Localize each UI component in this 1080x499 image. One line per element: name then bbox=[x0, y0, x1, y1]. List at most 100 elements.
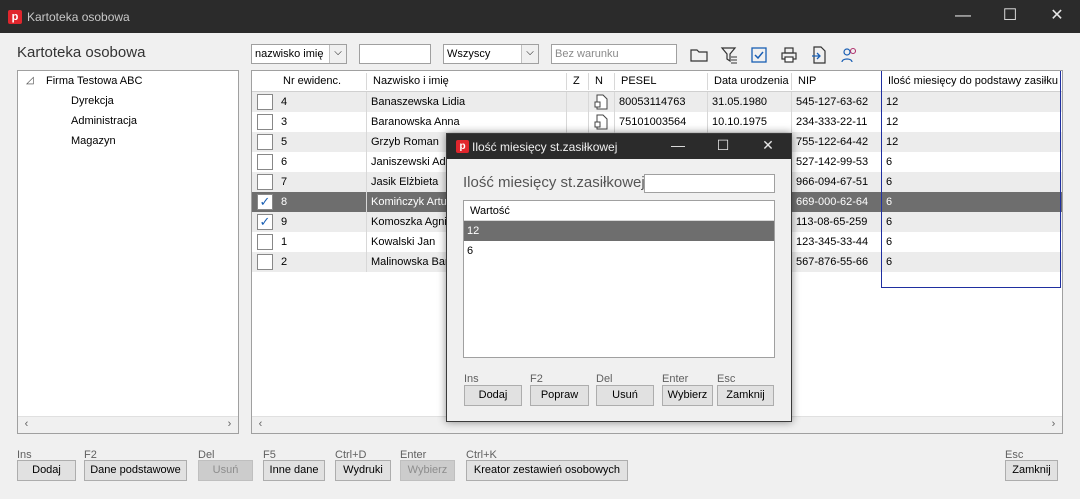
wybierz-button[interactable]: Wybierz bbox=[400, 460, 455, 481]
table-cell: Banaszewska Lidia bbox=[367, 92, 567, 112]
dialog-popraw-button[interactable]: Popraw bbox=[530, 385, 589, 406]
table-cell: 1 bbox=[277, 232, 367, 252]
window-title: Kartoteka osobowa bbox=[27, 10, 130, 24]
table-cell: 5 bbox=[277, 132, 367, 152]
table-cell: 669-000-62-64 bbox=[792, 192, 882, 212]
list-item[interactable]: 6 bbox=[464, 241, 774, 261]
table-cell: 9 bbox=[277, 212, 367, 232]
dialog-title: Ilość miesięcy st.zasiłkowej bbox=[472, 140, 618, 154]
document-icon[interactable] bbox=[594, 93, 610, 111]
zamknij-button[interactable]: Zamknij bbox=[1005, 460, 1058, 481]
table-row[interactable]: 3 Baranowska Anna 75101003564 10.10.1975 234… bbox=[252, 112, 1062, 132]
scroll-right-icon[interactable]: › bbox=[221, 417, 238, 433]
col-pesel[interactable]: PESEL bbox=[615, 73, 708, 90]
wydruki-button[interactable]: Wydruki bbox=[335, 460, 391, 481]
filter-icon[interactable] bbox=[719, 45, 739, 65]
print-icon[interactable] bbox=[779, 45, 799, 65]
document-icon[interactable] bbox=[594, 113, 610, 131]
collapse-triangle-icon[interactable]: ◿ bbox=[26, 75, 34, 86]
table-cell: 6 bbox=[886, 156, 893, 168]
dialog-close-button[interactable]: ✕ bbox=[745, 134, 791, 159]
scroll-left-icon[interactable]: ‹ bbox=[252, 417, 269, 433]
scroll-left-icon[interactable]: ‹ bbox=[18, 417, 35, 433]
row-checkbox[interactable]: ✓ bbox=[257, 214, 273, 230]
col-birth[interactable]: Data urodzenia bbox=[708, 73, 792, 90]
row-checkbox[interactable] bbox=[257, 134, 273, 150]
tree-item-administracja[interactable]: Administracja bbox=[71, 115, 137, 127]
dialog-maximize-button[interactable]: ☐ bbox=[700, 134, 746, 159]
sort-select[interactable]: nazwisko imię ⌵ bbox=[251, 44, 347, 64]
shortcut-label: Ins bbox=[464, 373, 479, 385]
row-checkbox[interactable]: ✓ bbox=[257, 194, 273, 210]
table-cell: 6 bbox=[277, 152, 367, 172]
col-z[interactable]: Z bbox=[567, 73, 589, 90]
table-cell: 2 bbox=[277, 252, 367, 272]
shortcut-label: Del bbox=[596, 373, 613, 385]
row-checkbox[interactable] bbox=[257, 234, 273, 250]
dialog-usun-button[interactable]: Usuń bbox=[596, 385, 654, 406]
months-input[interactable] bbox=[644, 174, 775, 193]
dane-podstawowe-button[interactable]: Dane podstawowe bbox=[84, 460, 187, 481]
tree-horizontal-scrollbar[interactable]: ‹ › bbox=[18, 416, 238, 433]
condition-input[interactable]: Bez warunku bbox=[551, 44, 677, 64]
app-logo-icon: p bbox=[8, 10, 22, 24]
usun-button[interactable]: Usuń bbox=[198, 460, 253, 481]
dialog-field-label: Ilość miesięcy st.zasiłkowej bbox=[463, 174, 645, 191]
col-name[interactable]: Nazwisko i imię bbox=[367, 73, 567, 90]
dialog-dodaj-button[interactable]: Dodaj bbox=[464, 385, 522, 406]
title-bar bbox=[0, 0, 1080, 33]
table-cell: 31.05.1980 bbox=[708, 92, 792, 112]
close-button[interactable]: ✕ bbox=[1034, 0, 1080, 33]
kreator-button[interactable]: Kreator zestawień osobowych bbox=[466, 460, 628, 481]
filter-select[interactable]: Wszyscy ⌵ bbox=[443, 44, 539, 64]
table-cell: 527-142-99-53 bbox=[792, 152, 882, 172]
table-row[interactable]: 4 Banaszewska Lidia 80053114763 31.05.1980 5… bbox=[252, 92, 1062, 112]
row-checkbox[interactable] bbox=[257, 154, 273, 170]
col-nr[interactable]: Nr ewidenc. bbox=[277, 73, 367, 90]
table-cell bbox=[567, 92, 589, 112]
table-cell bbox=[567, 112, 589, 132]
maximize-button[interactable]: ☐ bbox=[987, 0, 1033, 33]
dialog-wybierz-button[interactable]: Wybierz bbox=[662, 385, 713, 406]
tree-panel: ◿ Firma Testowa ABC Dyrekcja Administrac… bbox=[17, 70, 239, 434]
minimize-button[interactable]: — bbox=[940, 0, 986, 33]
col-months[interactable]: Ilość miesięcy do podstawy zasiłku bbox=[882, 73, 1062, 90]
col-nip[interactable]: NIP bbox=[792, 73, 882, 90]
app-logo-icon: p bbox=[456, 140, 469, 153]
col-n[interactable]: N bbox=[589, 73, 615, 90]
row-checkbox[interactable] bbox=[257, 94, 273, 110]
chevron-down-icon[interactable]: ⌵ bbox=[329, 45, 346, 63]
table-cell: 8 bbox=[277, 192, 367, 212]
table-cell: 80053114763 bbox=[615, 92, 708, 112]
chevron-down-icon[interactable]: ⌵ bbox=[521, 45, 538, 63]
dialog-zamknij-button[interactable]: Zamknij bbox=[717, 385, 774, 406]
table-cell: 6 bbox=[886, 256, 893, 268]
scroll-right-icon[interactable]: › bbox=[1045, 417, 1062, 433]
check-all-icon[interactable] bbox=[749, 45, 769, 65]
inne-dane-button[interactable]: Inne dane bbox=[263, 460, 325, 481]
dialog-title-bar: p Ilość miesięcy st.zasiłkowej — ☐ ✕ bbox=[447, 134, 791, 159]
table-cell: 123-345-33-44 bbox=[792, 232, 882, 252]
dialog-minimize-button[interactable]: — bbox=[655, 134, 701, 159]
tree-item-dyrekcja[interactable]: Dyrekcja bbox=[71, 95, 114, 107]
users-icon[interactable] bbox=[839, 45, 859, 65]
search-input[interactable] bbox=[359, 44, 431, 64]
values-list-header[interactable]: Wartość bbox=[464, 201, 774, 221]
dodaj-button[interactable]: Dodaj bbox=[17, 460, 76, 481]
row-checkbox[interactable] bbox=[257, 174, 273, 190]
shortcut-label: Esc bbox=[717, 373, 736, 385]
row-checkbox[interactable] bbox=[257, 254, 273, 270]
table-cell: 12 bbox=[886, 136, 899, 148]
table-cell: 966-094-67-51 bbox=[792, 172, 882, 192]
tree-item-magazyn[interactable]: Magazyn bbox=[71, 135, 116, 147]
tree-root[interactable]: Firma Testowa ABC bbox=[46, 75, 142, 87]
list-item[interactable]: 12 bbox=[464, 221, 774, 241]
folder-icon[interactable] bbox=[689, 45, 709, 65]
table-cell bbox=[589, 92, 615, 112]
row-checkbox[interactable] bbox=[257, 114, 273, 130]
table-cell: 234-333-22-11 bbox=[792, 112, 882, 132]
sort-select-value: nazwisko imię bbox=[255, 48, 324, 60]
export-icon[interactable] bbox=[809, 45, 829, 65]
shortcut-label: Enter bbox=[662, 373, 689, 385]
months-dialog: p Ilość miesięcy st.zasiłkowej — ☐ ✕ Ilo… bbox=[446, 133, 792, 422]
